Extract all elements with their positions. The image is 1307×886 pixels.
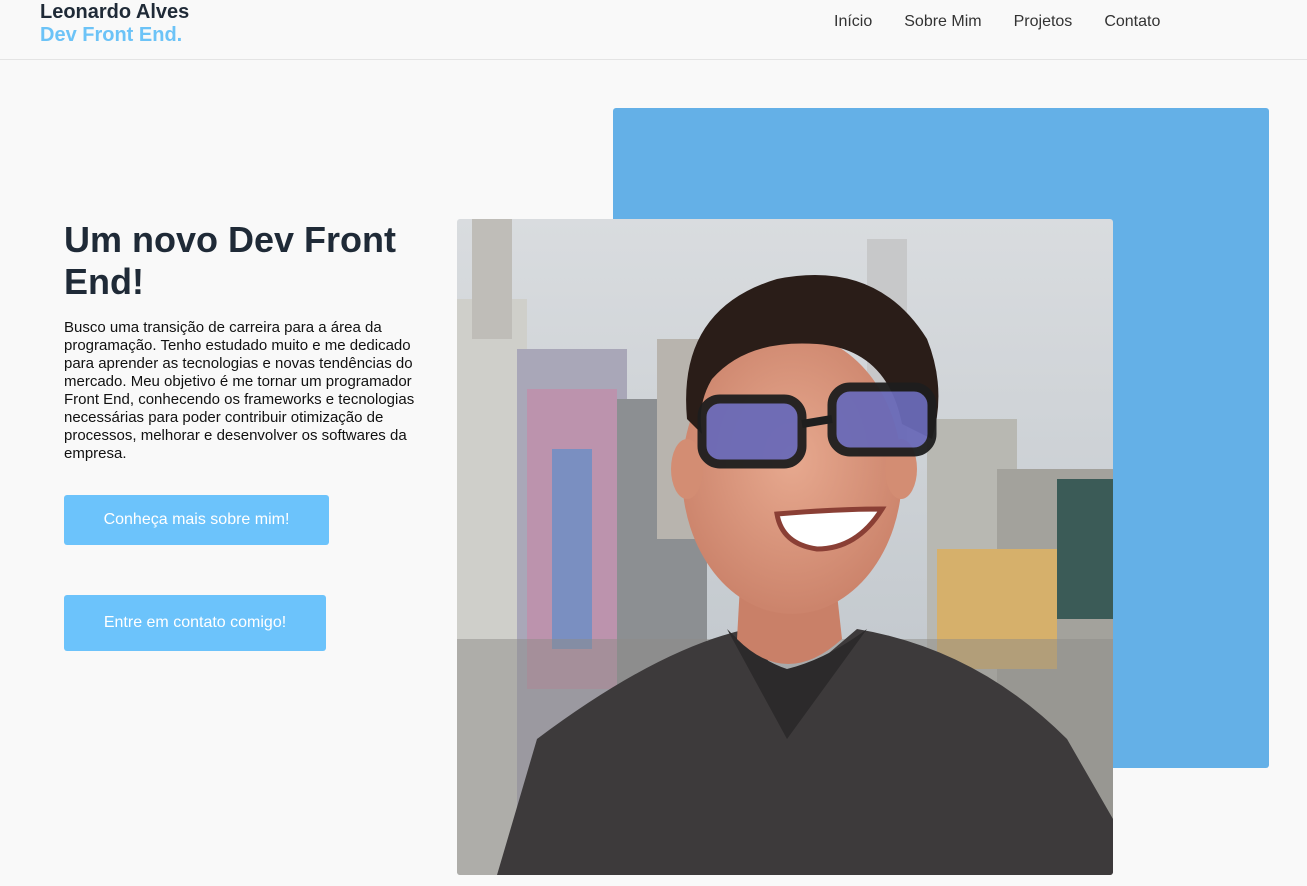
nav-link-projetos[interactable]: Projetos — [1014, 12, 1073, 32]
contact-me-button[interactable]: Entre em contato comigo! — [64, 595, 326, 651]
about-me-button[interactable]: Conheça mais sobre mim! — [64, 495, 329, 545]
site-header: Leonardo Alves Dev Front End. Início Sob… — [0, 0, 1307, 60]
brand-role: Dev Front End. — [40, 24, 183, 46]
brand-name: Leonardo Alves — [40, 1, 190, 23]
nav-link-inicio[interactable]: Início — [834, 12, 872, 32]
hero-title: Um novo Dev Front End! — [64, 219, 397, 302]
nav-link-sobre-mim[interactable]: Sobre Mim — [904, 12, 981, 32]
main-nav: Início Sobre Mim Projetos Contato — [834, 12, 1160, 32]
hero-description: Busco uma transição de carreira para a á… — [64, 319, 415, 462]
nav-link-contato[interactable]: Contato — [1104, 12, 1160, 32]
brand[interactable]: Leonardo Alves Dev Front End. — [40, 1, 189, 47]
profile-photo — [457, 219, 1113, 875]
